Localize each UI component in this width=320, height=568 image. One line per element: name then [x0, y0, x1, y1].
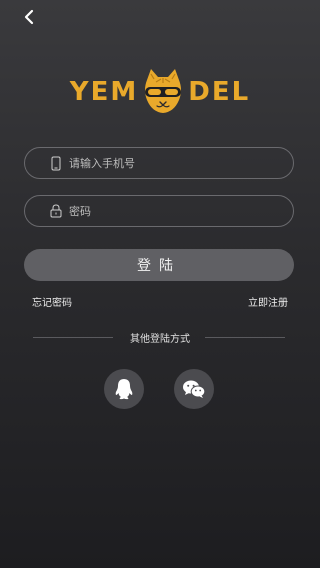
phone-icon — [49, 155, 63, 171]
forgot-password-link[interactable]: 忘记密码 — [32, 294, 72, 309]
lock-icon — [49, 203, 63, 219]
cat-mascot-icon — [145, 69, 182, 113]
back-button[interactable] — [18, 6, 40, 28]
wechat-icon — [183, 380, 206, 398]
password-field[interactable] — [24, 195, 294, 227]
login-button[interactable]: 登陆 — [24, 249, 294, 281]
phone-field[interactable] — [24, 147, 294, 179]
app-logo: YEM DEL — [0, 66, 320, 118]
register-link[interactable]: 立即注册 — [248, 294, 288, 309]
phone-input[interactable] — [69, 156, 269, 170]
qq-login-button[interactable] — [104, 369, 144, 409]
logo-text-left: YEM — [69, 77, 139, 107]
chevron-left-icon — [24, 9, 34, 25]
wechat-login-button[interactable] — [174, 369, 214, 409]
divider-right — [205, 337, 285, 338]
password-input[interactable] — [69, 204, 269, 218]
logo-text-right: DEL — [188, 77, 251, 107]
qq-icon — [115, 379, 133, 400]
